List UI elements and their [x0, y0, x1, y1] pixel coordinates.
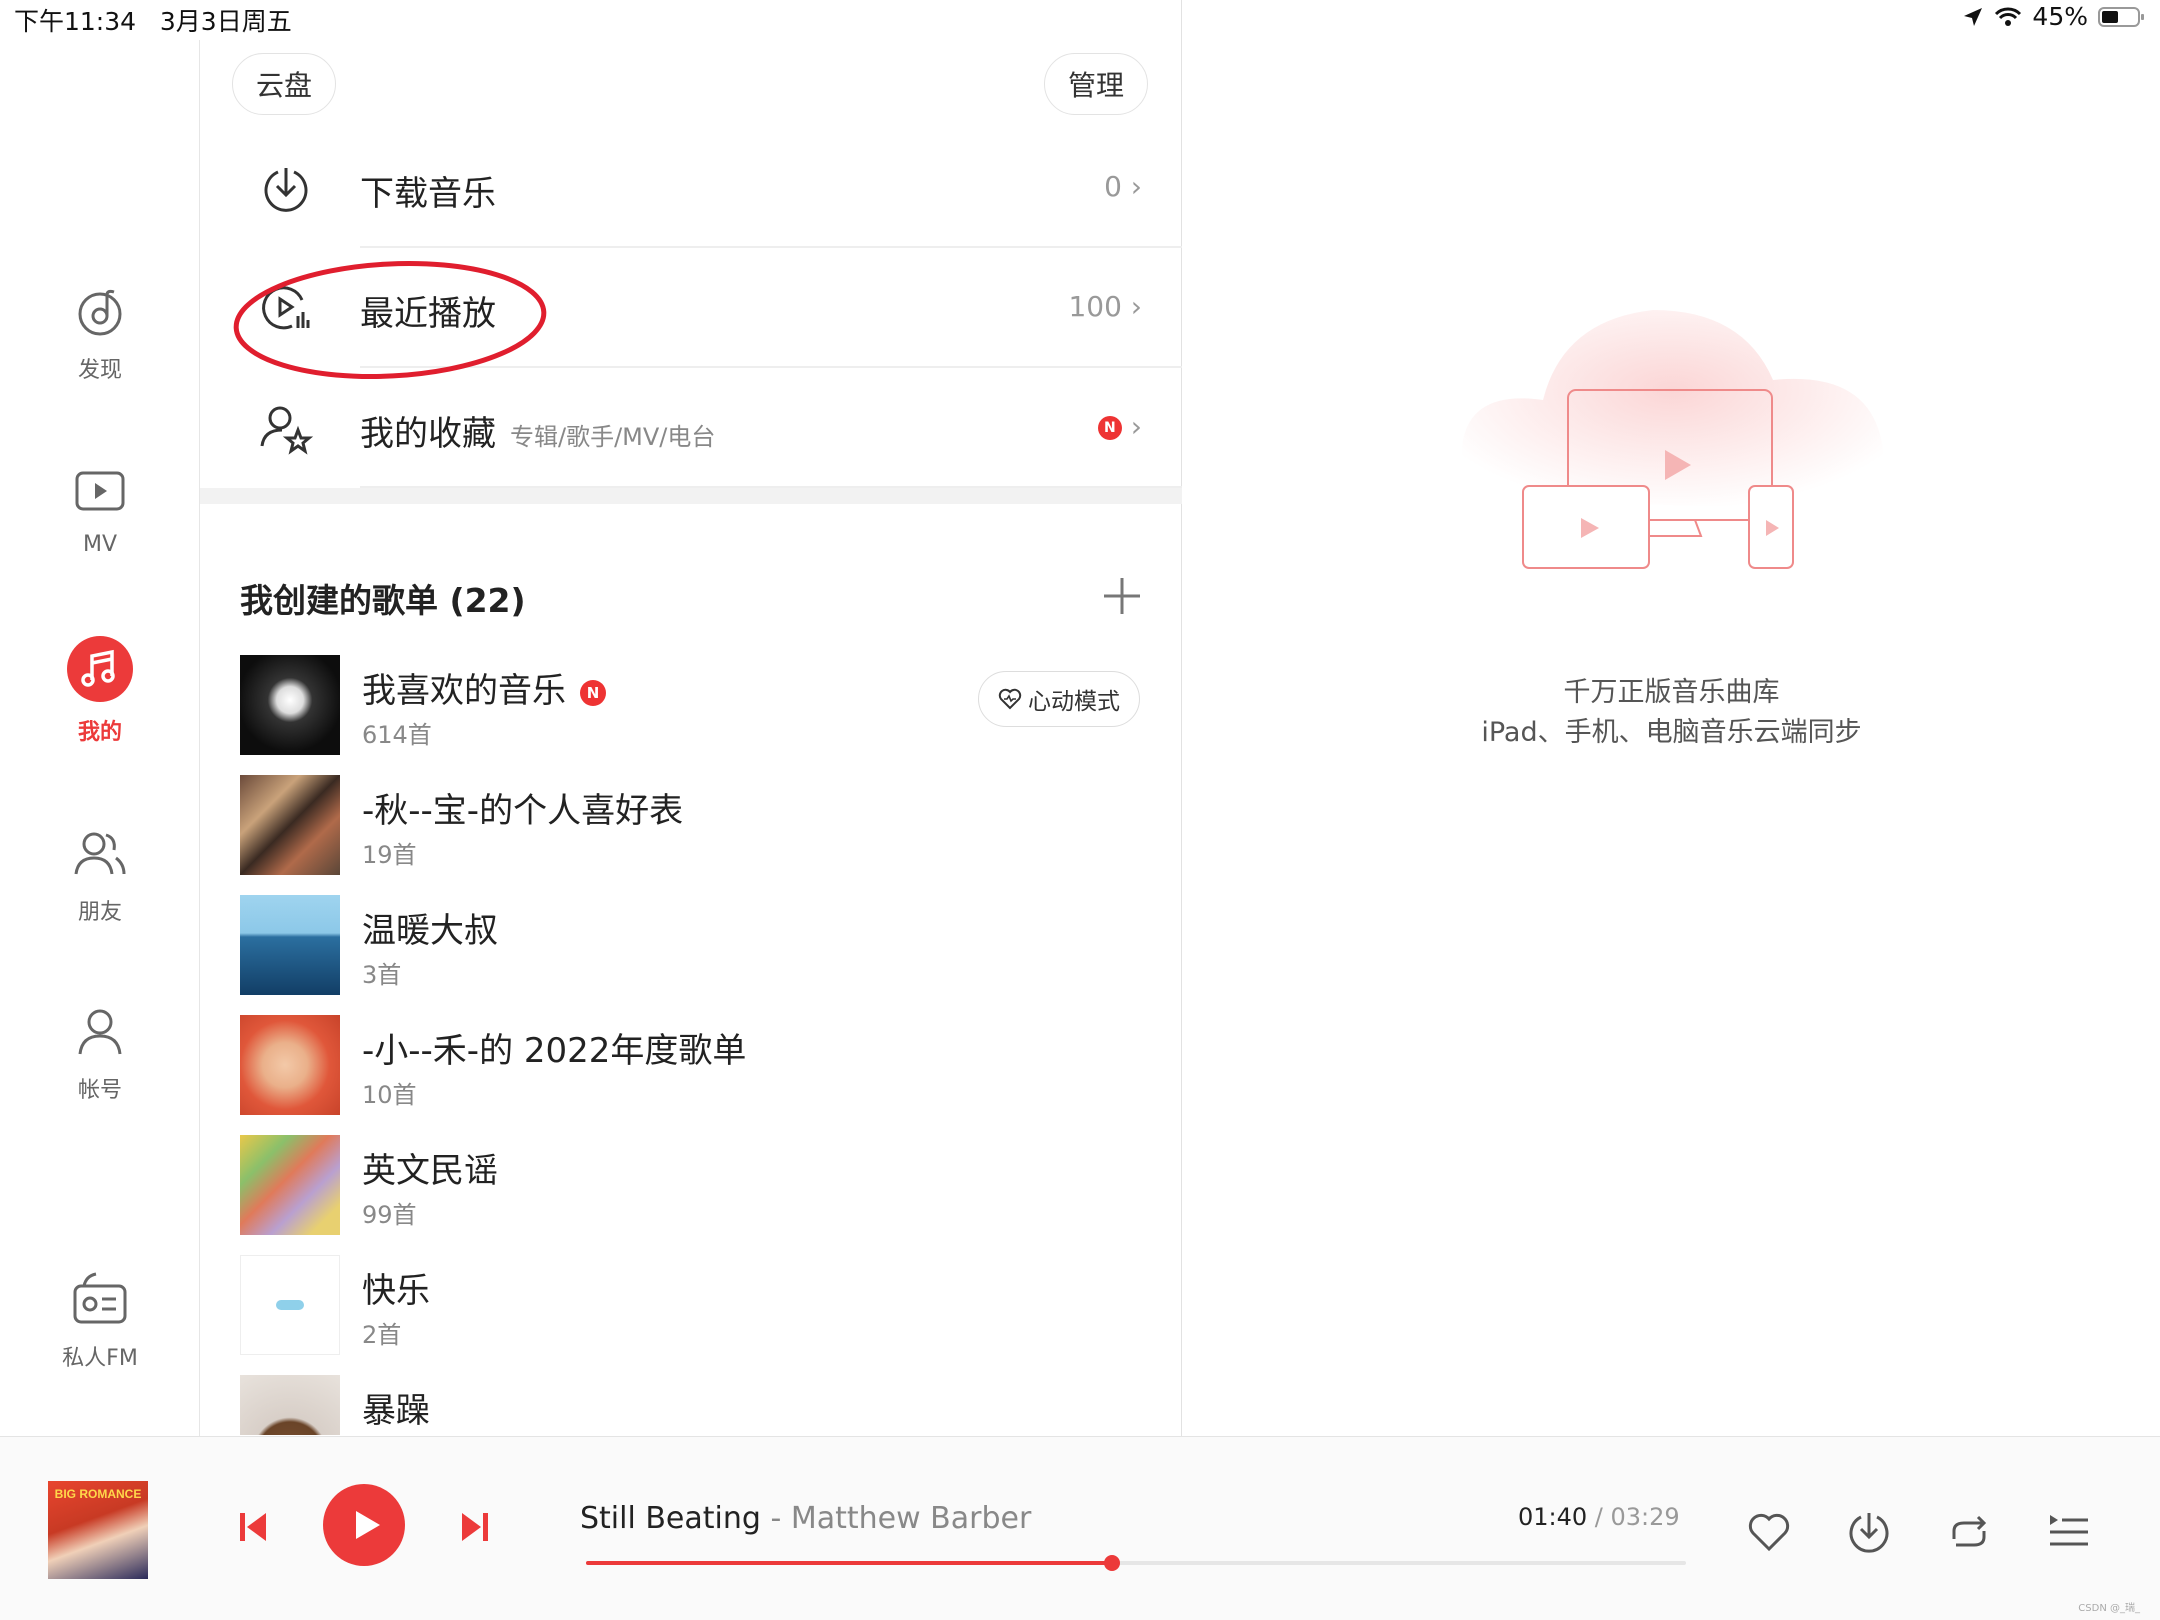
section-gap [200, 488, 1182, 504]
playlist-item[interactable]: 我喜欢的音乐 N 614首 心动模式 [240, 655, 1140, 755]
nav-label-account: 帐号 [77, 1078, 122, 1103]
detail-panel: 千万正版音乐曲库 iPad、手机、电脑音乐云端同步 [1183, 40, 2160, 1436]
status-bar: 下午11:34 3月3日周五 45% [0, 0, 2160, 40]
radio-icon [73, 1272, 127, 1324]
my-collection-badge: N › [1097, 410, 1142, 443]
playlist-item[interactable]: 英文民谣 99首 [240, 1135, 1140, 1235]
cloud-devices-illustration [1461, 310, 1883, 569]
my-collection-sub: 专辑/歌手/MV/电台 [510, 423, 716, 451]
playlist-cover [240, 1015, 340, 1115]
playlist-item[interactable]: 温暖大叔 3首 [240, 895, 1140, 995]
album-art-text: BIG ROMANCE [54, 1487, 142, 1501]
manage-button[interactable]: 管理 [1044, 53, 1148, 115]
playlist-item[interactable]: 暴躁 [240, 1375, 1140, 1435]
nav-item-account[interactable]: 帐号 [0, 1004, 200, 1104]
progress-bar[interactable] [586, 1555, 1686, 1571]
nav-item-friends[interactable]: 朋友 [0, 826, 200, 926]
album-art[interactable]: BIG ROMANCE [48, 1481, 148, 1579]
playlist-name: 我喜欢的音乐 N [362, 663, 606, 712]
red-circle-annotation [233, 260, 547, 380]
account-icon [78, 1009, 122, 1055]
progress-knob[interactable] [1103, 1555, 1120, 1571]
now-playing-title: Still Beating - Matthew Barber [580, 1501, 1032, 1536]
location-arrow-icon [1964, 7, 1983, 26]
favorites-icon [260, 406, 314, 455]
heart-mode-label: 心动模式 [1028, 689, 1120, 715]
library-panel: 云盘 管理 下载音乐 0 › 最近播放 100 › 我的收藏 专辑/歌手/MV/电… [200, 0, 1182, 1436]
song-title: Still Beating [580, 1501, 761, 1536]
playlist-count: 19首 [362, 841, 417, 869]
playback-time: 01:40 / 03:29 [1518, 1503, 1680, 1531]
cloud-disk-button[interactable]: 云盘 [232, 53, 336, 115]
playlist-item[interactable]: -秋--宝-的个人喜好表 19首 [240, 775, 1140, 875]
nav-item-mine[interactable]: 我的 [0, 636, 200, 746]
playlist-name: 英文民谣 [362, 1151, 498, 1191]
player-bar: BIG ROMANCE Still Beating - Matthew Barb… [0, 1436, 2160, 1620]
sidebar-nav: 发现 MV 我的 朋友 帐号 私人FM [0, 40, 200, 1436]
repeat-icon[interactable] [1946, 1509, 1992, 1555]
playlist-name: 快乐 [362, 1271, 430, 1311]
download-song-icon[interactable] [1846, 1509, 1892, 1555]
created-playlists-title: 我创建的歌单 (22) [240, 581, 526, 620]
nav-label-private-fm: 私人FM [62, 1346, 138, 1371]
nav-item-discover[interactable]: 发现 [0, 284, 200, 384]
nav-item-mv[interactable]: MV [0, 464, 200, 557]
playlist-queue-icon[interactable] [2046, 1509, 2092, 1555]
promo-line-2: iPad、手机、电脑音乐云端同步 [1481, 717, 1862, 748]
nav-item-private-fm[interactable]: 私人FM [0, 1272, 200, 1372]
my-collection-label: 我的收藏 专辑/歌手/MV/电台 [360, 414, 716, 454]
progress-fill [586, 1561, 1112, 1565]
nav-label-mine: 我的 [77, 720, 122, 745]
playlist-name: 暴躁 [362, 1391, 430, 1431]
discover-icon [78, 289, 122, 336]
playlist-count: 3首 [362, 961, 402, 989]
playlist-cover [240, 895, 340, 995]
friends-icon [74, 832, 126, 875]
playlist-count: 2首 [362, 1321, 402, 1349]
playlist-item[interactable]: 快乐 2首 [240, 1255, 1140, 1355]
wifi-icon [1995, 7, 2022, 26]
recent-play-count: 100 › [1068, 290, 1142, 323]
my-collection-row[interactable]: 我的收藏 专辑/歌手/MV/电台 N › [200, 368, 1182, 488]
heart-pulse-icon [998, 688, 1022, 710]
playlist-name: -小--禾-的 2022年度歌单 [362, 1031, 747, 1071]
add-playlist-icon[interactable] [1102, 576, 1142, 616]
download-icon [264, 168, 308, 212]
song-artist: Matthew Barber [790, 1501, 1032, 1536]
status-date: 3月3日周五 [159, 7, 292, 36]
playlist-count: 99首 [362, 1201, 417, 1229]
playlist-count: 614首 [362, 721, 432, 749]
battery-percent: 45% [2032, 2, 2088, 31]
watermark: CSDN @_瑞_ [2078, 1603, 2140, 1614]
download-music-label: 下载音乐 [360, 174, 496, 214]
download-music-row[interactable]: 下载音乐 0 › [200, 128, 1182, 248]
playlist-name: 温暖大叔 [362, 911, 498, 951]
nav-label-friends: 朋友 [77, 900, 122, 925]
status-time: 下午11:34 [14, 7, 137, 36]
play-button[interactable] [322, 1483, 406, 1567]
new-badge: N [580, 679, 606, 706]
nav-label-discover: 发现 [77, 358, 122, 383]
playlist-cover [240, 1375, 340, 1435]
mv-play-icon [75, 471, 125, 511]
playlist-cover [240, 775, 340, 875]
playlist-cover [240, 655, 340, 755]
playlist-cover [240, 1135, 340, 1235]
playlist-name: -秋--宝-的个人喜好表 [362, 791, 684, 831]
playlist-count: 10首 [362, 1081, 417, 1109]
download-count: 0 › [1104, 170, 1142, 203]
next-track-icon[interactable] [458, 1507, 490, 1547]
heart-mode-button[interactable]: 心动模式 [978, 671, 1140, 727]
nav-label-mv: MV [82, 532, 118, 557]
current-time: 01:40 [1518, 1503, 1588, 1531]
total-time: 03:29 [1610, 1503, 1680, 1531]
playlist-cover [240, 1255, 340, 1355]
music-note-icon [67, 636, 133, 702]
playlist-item[interactable]: -小--禾-的 2022年度歌单 10首 [240, 1015, 1140, 1115]
battery-icon [2098, 6, 2144, 27]
promo-line-1: 千万正版音乐曲库 [1563, 677, 1780, 708]
like-heart-icon[interactable] [1746, 1509, 1792, 1555]
previous-track-icon[interactable] [238, 1507, 270, 1547]
